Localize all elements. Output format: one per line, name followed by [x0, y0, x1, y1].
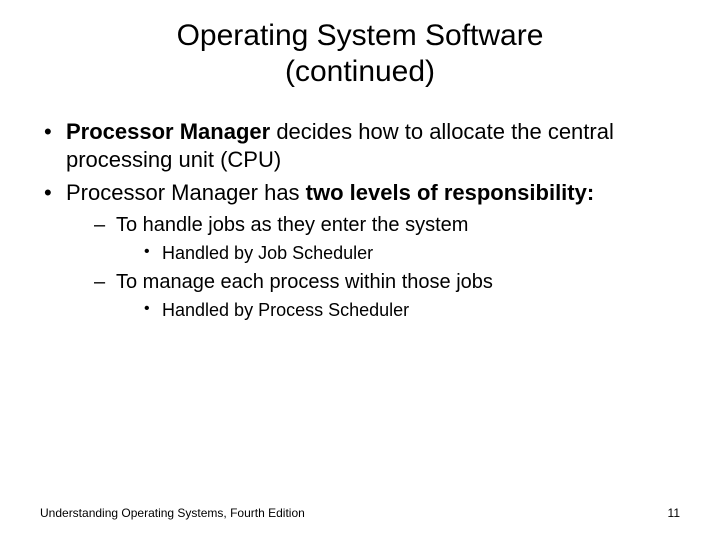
- bullet-2-sub-2-sub: Handled by Process Scheduler: [144, 299, 680, 322]
- bullet-2-bold: two levels of responsibility:: [306, 180, 595, 205]
- bullet-2-sub-1: To handle jobs as they enter the system …: [94, 213, 680, 265]
- bullet-2: Processor Manager has two levels of resp…: [40, 179, 680, 322]
- bullet-2-sub-1-sub-text: Handled by Job Scheduler: [162, 243, 373, 263]
- slide-title: Operating System Software (continued): [0, 0, 720, 90]
- bullet-2-sub-2-text: To manage each process within those jobs: [116, 271, 493, 293]
- title-line-1: Operating System Software: [177, 19, 544, 52]
- bullet-1-bold: Processor Manager: [66, 119, 270, 144]
- bullet-2-sub-1-text: To handle jobs as they enter the system: [116, 214, 468, 236]
- bullet-2-pre: Processor Manager has: [66, 180, 306, 205]
- slide: Operating System Software (continued) Pr…: [0, 0, 720, 540]
- bullet-1: Processor Manager decides how to allocat…: [40, 118, 680, 173]
- bullet-2-sub-1-sub: Handled by Job Scheduler: [144, 242, 680, 265]
- bullet-2-sub-2-sub-text: Handled by Process Scheduler: [162, 300, 409, 320]
- bullet-2-sub-2: To manage each process within those jobs…: [94, 270, 680, 322]
- slide-body: Processor Manager decides how to allocat…: [0, 90, 720, 322]
- footer-text: Understanding Operating Systems, Fourth …: [40, 506, 305, 520]
- page-number: 11: [668, 506, 680, 520]
- bullet-list: Processor Manager decides how to allocat…: [40, 118, 680, 322]
- bullet-2-sub-1-sublist: Handled by Job Scheduler: [116, 242, 680, 265]
- title-line-2: (continued): [285, 55, 435, 88]
- bullet-2-sublist: To handle jobs as they enter the system …: [66, 213, 680, 322]
- bullet-2-sub-2-sublist: Handled by Process Scheduler: [116, 299, 680, 322]
